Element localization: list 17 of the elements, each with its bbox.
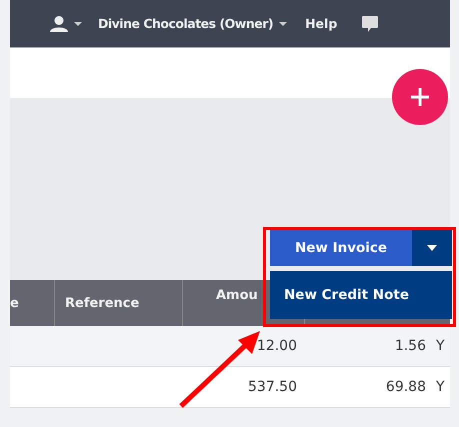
caret-icon: [427, 245, 437, 251]
table-cell-text: 69.88: [384, 379, 427, 395]
table-cell-text: 12.00: [256, 338, 298, 354]
chat-icon[interactable]: [361, 14, 380, 32]
caret-icon: [279, 22, 288, 26]
account-menu[interactable]: Divine Chocolates (Owner): [98, 16, 288, 31]
add-button[interactable]: [392, 69, 448, 125]
caret-icon: [74, 22, 82, 26]
dropdown-toggle[interactable]: [412, 230, 452, 266]
help-link[interactable]: Help: [305, 16, 338, 31]
user-menu[interactable]: [50, 16, 82, 32]
table-cell-text: Y: [435, 338, 446, 354]
new-invoice-button[interactable]: New Invoice: [270, 230, 412, 266]
table-cell-text: Y: [435, 379, 446, 395]
table-cell-text: 537.50: [247, 379, 298, 395]
table-cell-text: 1.56: [394, 338, 427, 354]
user-icon: [50, 16, 68, 32]
